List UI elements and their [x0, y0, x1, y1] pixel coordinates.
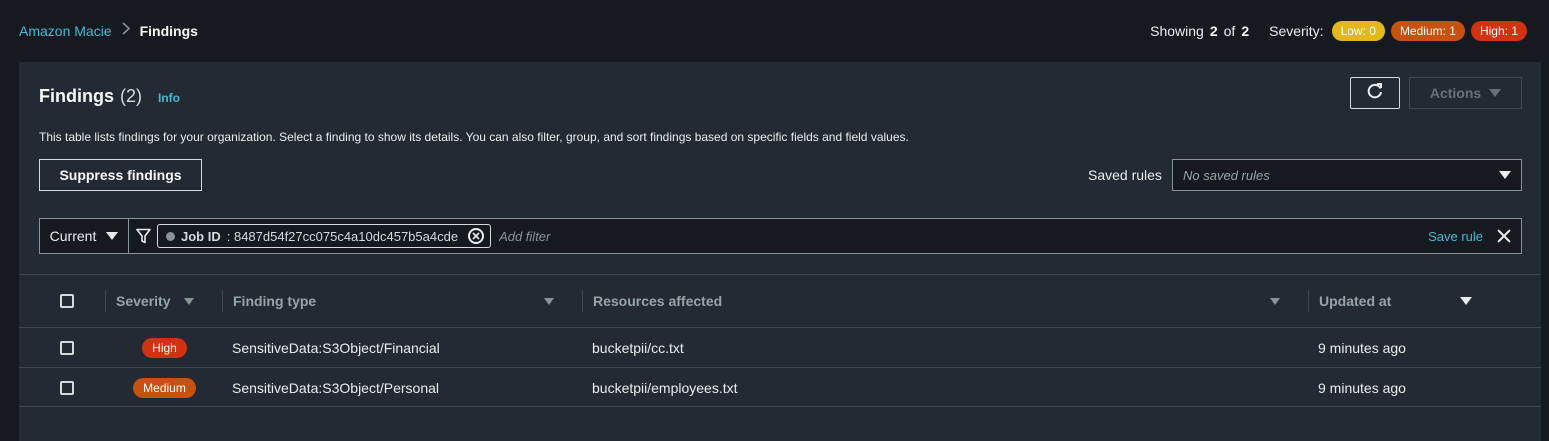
token-dot	[166, 231, 175, 241]
saved-rules-select[interactable]: No saved rules	[1172, 159, 1522, 191]
breadcrumb: Amazon Macie Findings	[19, 22, 198, 40]
total-count: 2	[1241, 23, 1250, 39]
save-rule-link[interactable]: Save rule	[1428, 229, 1483, 244]
updated-cell: 9 minutes ago	[1318, 339, 1406, 356]
row-checkbox[interactable]	[60, 368, 74, 407]
add-filter-input[interactable]	[491, 228, 1429, 244]
sort-descending-icon	[1460, 297, 1472, 305]
suppress-findings-button[interactable]: Suppress findings	[39, 159, 202, 191]
findings-summary: Showing 2 of 2 Severity: Low: 0 Medium: …	[1150, 20, 1527, 42]
column-severity[interactable]: Severity	[116, 275, 195, 327]
chevron-right-icon	[122, 22, 130, 40]
checkbox[interactable]	[60, 380, 74, 395]
table-bottom-divider	[19, 406, 1541, 407]
breadcrumb-link-macie[interactable]: Amazon Macie	[19, 23, 112, 39]
filter-bar: Current Job ID : 8487d54f27cc075c4a10dc45…	[39, 218, 1522, 254]
column-resources[interactable]: Resources affected	[593, 275, 722, 327]
actions-label: Actions	[1429, 85, 1482, 101]
page-title: Findings (2) Info	[39, 86, 180, 107]
severity-badge: High	[142, 337, 187, 358]
current-label: Current	[49, 228, 97, 244]
column-severity-label: Severity	[116, 293, 171, 309]
severity-medium-badge: Medium: 1	[1390, 21, 1465, 41]
severity-low-badge: Low: 0	[1331, 21, 1385, 41]
updated-cell: 9 minutes ago	[1318, 379, 1406, 396]
sort-icon[interactable]	[1270, 275, 1280, 327]
severity-label: Severity:	[1269, 23, 1324, 39]
row-checkbox[interactable]	[60, 328, 74, 367]
refresh-button[interactable]	[1350, 77, 1400, 109]
sort-icon	[544, 297, 554, 305]
shown-count: 2	[1209, 23, 1218, 39]
checkbox[interactable]	[60, 340, 74, 355]
resource-cell: bucketpii/employees.txt	[592, 379, 738, 396]
finding-type-cell[interactable]: SensitiveData:S3Object/Personal	[232, 368, 439, 407]
checkbox[interactable]	[60, 294, 74, 308]
token-value: : 8487d54f27cc075c4a10dc457b5a4cde	[226, 228, 459, 244]
current-filter-select[interactable]: Current	[40, 219, 129, 253]
sort-icon	[184, 297, 195, 305]
select-all-checkbox[interactable]	[60, 275, 74, 327]
findings-count: (2)	[120, 86, 142, 106]
info-link[interactable]: Info	[158, 91, 180, 105]
column-updated-label: Updated at	[1319, 293, 1392, 309]
severity-badge: Medium	[133, 377, 196, 398]
of-label: of	[1223, 23, 1236, 39]
showing-label: Showing	[1150, 23, 1204, 39]
top-bar: Amazon Macie Findings Showing 2 of 2 Sev…	[0, 0, 1549, 62]
remove-filter-icon[interactable]	[468, 228, 485, 244]
saved-rules-value: No saved rules	[1183, 167, 1270, 183]
actions-button[interactable]: Actions	[1409, 77, 1522, 109]
breadcrumb-current: Findings	[139, 23, 198, 39]
column-divider	[222, 290, 223, 312]
column-finding-type-label: Finding type	[233, 293, 317, 309]
filter-token: Job ID : 8487d54f27cc075c4a10dc457b5a4cde	[157, 224, 492, 248]
sort-icon	[1270, 297, 1280, 305]
panel-title-text: Findings	[39, 86, 114, 106]
severity-cell: High	[116, 328, 213, 367]
column-resources-label: Resources affected	[593, 293, 723, 309]
table-header: Severity Finding type Resources affected…	[19, 275, 1541, 327]
column-divider	[582, 290, 583, 312]
resource-cell: bucketpii/cc.txt	[592, 339, 684, 356]
column-divider	[105, 290, 106, 312]
finding-type-cell[interactable]: SensitiveData:S3Object/Financial	[232, 328, 440, 367]
caret-down-icon	[106, 232, 119, 240]
column-finding-type[interactable]: Finding type	[233, 275, 316, 327]
caret-down-icon	[1499, 171, 1511, 179]
table-row[interactable]: High SensitiveData:S3Object/Financial bu…	[19, 327, 1541, 367]
funnel-icon	[129, 228, 157, 244]
table-row[interactable]: Medium SensitiveData:S3Object/Personal b…	[19, 367, 1541, 407]
close-icon[interactable]	[1497, 229, 1511, 243]
saved-rules-label: Saved rules	[1088, 167, 1162, 183]
sort-icon[interactable]	[1460, 275, 1472, 327]
column-updated[interactable]: Updated at	[1319, 275, 1391, 327]
column-divider	[1308, 290, 1309, 312]
severity-cell: Medium	[116, 368, 213, 407]
panel-description: This table lists findings for your organ…	[39, 130, 909, 144]
token-key: Job ID	[181, 228, 221, 244]
caret-down-icon	[1489, 89, 1502, 97]
refresh-icon	[1366, 82, 1384, 105]
findings-panel: Findings (2) Info Actions This table lis…	[19, 62, 1541, 441]
severity-high-badge: High: 1	[1470, 21, 1527, 41]
sort-icon[interactable]	[544, 275, 554, 327]
